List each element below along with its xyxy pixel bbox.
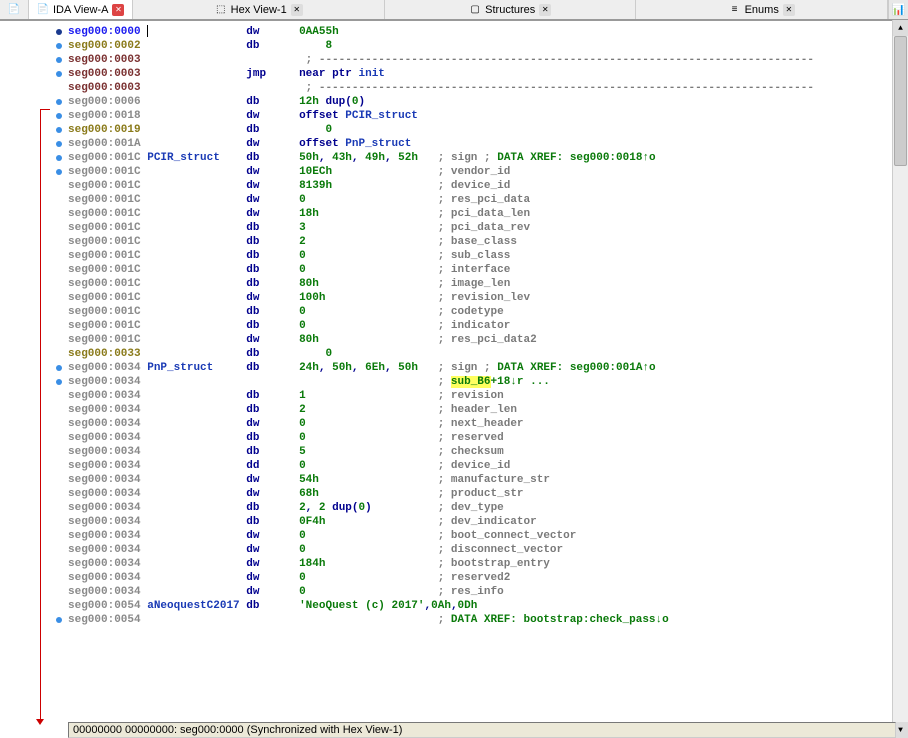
- breakpoint-dot[interactable]: [56, 29, 62, 35]
- breakpoint-dot[interactable]: [56, 365, 62, 371]
- code-line[interactable]: seg000:0054 aNeoquestC2017 db 'NeoQuest …: [68, 599, 908, 613]
- code-line[interactable]: seg000:001C dw 8139h ; device_id: [68, 179, 908, 193]
- tab-label: Structures: [485, 4, 535, 16]
- code-line[interactable]: seg000:0034 db 2 ; header_len: [68, 403, 908, 417]
- status-bar: 00000000 00000000: seg000:0000 (Synchron…: [68, 722, 896, 738]
- code-line[interactable]: seg000:0034 dw 0 ; res_info: [68, 585, 908, 599]
- breakpoint-dot[interactable]: [56, 379, 62, 385]
- tab-ida-view[interactable]: 📄 IDA View-A ✕: [29, 0, 133, 19]
- doc-icon: 📄: [8, 4, 20, 16]
- code-line[interactable]: seg000:001C db 0 ; indicator: [68, 319, 908, 333]
- code-line[interactable]: seg000:0034 db 2, 2 dup(0) ; dev_type: [68, 501, 908, 515]
- code-line[interactable]: seg000:001C db 0 ; sub_class: [68, 249, 908, 263]
- code-line[interactable]: seg000:0019 db 0: [68, 123, 908, 137]
- code-line[interactable]: seg000:0034 dw 54h ; manufacture_str: [68, 473, 908, 487]
- breakpoint-dot[interactable]: [56, 169, 62, 175]
- breakpoint-dot[interactable]: [56, 57, 62, 63]
- code-line[interactable]: seg000:0034 dw 184h ; bootstrap_entry: [68, 557, 908, 571]
- code-line[interactable]: seg000:001C db 0 ; interface: [68, 263, 908, 277]
- view-icon: 📄: [37, 4, 49, 16]
- code-line[interactable]: seg000:0034 dw 0 ; reserved2: [68, 571, 908, 585]
- code-line[interactable]: seg000:0034 db 1 ; revision: [68, 389, 908, 403]
- code-line[interactable]: seg000:001C dw 100h ; revision_lev: [68, 291, 908, 305]
- breakpoint-dot[interactable]: [56, 155, 62, 161]
- code-line[interactable]: seg000:001C dw 0 ; res_pci_data: [68, 193, 908, 207]
- code-line[interactable]: seg000:001C dw 18h ; pci_data_len: [68, 207, 908, 221]
- gutter: [0, 21, 68, 720]
- scroll-up-icon[interactable]: ▲: [893, 20, 908, 36]
- jump-arrow: [40, 109, 50, 720]
- code-line[interactable]: seg000:0018 dw offset PCIR_struct: [68, 109, 908, 123]
- close-icon[interactable]: ✕: [783, 4, 795, 16]
- tab-label: IDA View-A: [53, 4, 108, 16]
- breakpoint-dot[interactable]: [56, 127, 62, 133]
- breakpoint-dot[interactable]: [56, 113, 62, 119]
- code-line[interactable]: seg000:0034 db 0 ; reserved: [68, 431, 908, 445]
- code-line[interactable]: seg000:001C db 3 ; pci_data_rev: [68, 221, 908, 235]
- breakpoint-dot[interactable]: [56, 141, 62, 147]
- code-line[interactable]: seg000:0006 db 12h dup(0): [68, 95, 908, 109]
- code-line[interactable]: seg000:0034 dw 0 ; disconnect_vector: [68, 543, 908, 557]
- tab-overflow-icon[interactable]: 📊: [888, 0, 908, 19]
- tab-structures[interactable]: ▢ Structures ✕: [385, 0, 637, 19]
- code-line[interactable]: seg000:0034 db 5 ; checksum: [68, 445, 908, 459]
- code-line[interactable]: seg000:001C db 0 ; codetype: [68, 305, 908, 319]
- code-line[interactable]: seg000:0000 dw 0AA55h: [68, 25, 908, 39]
- breakpoint-dot[interactable]: [56, 617, 62, 623]
- code-line[interactable]: seg000:0034 dw 0 ; boot_connect_vector: [68, 529, 908, 543]
- tab-menu-icon[interactable]: 📄: [0, 0, 29, 19]
- code-line[interactable]: seg000:0034 dd 0 ; device_id: [68, 459, 908, 473]
- tab-hex-view[interactable]: ⬚ Hex View-1 ✕: [133, 0, 385, 19]
- hex-icon: ⬚: [215, 4, 227, 16]
- code-line[interactable]: seg000:0033 db 0: [68, 347, 908, 361]
- breakpoint-dot[interactable]: [56, 71, 62, 77]
- status-text: 00000000 00000000: seg000:0000 (Synchron…: [73, 724, 402, 736]
- code-line[interactable]: seg000:001C db 80h ; image_len: [68, 277, 908, 291]
- tab-bar: 📄 📄 IDA View-A ✕ ⬚ Hex View-1 ✕ ▢ Struct…: [0, 0, 908, 20]
- close-icon[interactable]: ✕: [112, 4, 124, 16]
- code-line[interactable]: seg000:001C dw 80h ; res_pci_data2: [68, 333, 908, 347]
- code-line[interactable]: seg000:0034 dw 0 ; next_header: [68, 417, 908, 431]
- code-line[interactable]: seg000:0054 ; DATA XREF: bootstrap:check…: [68, 613, 908, 627]
- code-line[interactable]: seg000:0034 dw 68h ; product_str: [68, 487, 908, 501]
- scroll-thumb[interactable]: [894, 36, 907, 166]
- tab-enums[interactable]: ≡ Enums ✕: [636, 0, 888, 19]
- code-line[interactable]: seg000:0034 db 0F4h ; dev_indicator: [68, 515, 908, 529]
- enum-icon: ≡: [729, 4, 741, 16]
- code-line[interactable]: seg000:0034 ; sub_B6+18↓r ...: [68, 375, 908, 389]
- code-line[interactable]: seg000:001A dw offset PnP_struct: [68, 137, 908, 151]
- code-line[interactable]: seg000:0003 ; --------------------------…: [68, 81, 908, 95]
- tab-label: Hex View-1: [231, 4, 287, 16]
- arrow-head-icon: [36, 719, 44, 725]
- close-icon[interactable]: ✕: [539, 4, 551, 16]
- breakpoint-dot[interactable]: [56, 43, 62, 49]
- code-line[interactable]: seg000:0002 db 8: [68, 39, 908, 53]
- tab-label: Enums: [745, 4, 779, 16]
- vertical-scrollbar[interactable]: ▲ ▼: [892, 20, 908, 738]
- code-line[interactable]: seg000:001C dw 10ECh ; vendor_id: [68, 165, 908, 179]
- code-line[interactable]: seg000:001C db 2 ; base_class: [68, 235, 908, 249]
- code-line[interactable]: seg000:0034 PnP_struct db 24h, 50h, 6Eh,…: [68, 361, 908, 375]
- close-icon[interactable]: ✕: [291, 4, 303, 16]
- code-listing[interactable]: seg000:0000 dw 0AA55hseg000:0002 db 8seg…: [68, 21, 908, 720]
- code-line[interactable]: seg000:0003 jmp near ptr init: [68, 67, 908, 81]
- breakpoint-dot[interactable]: [56, 99, 62, 105]
- struct-icon: ▢: [469, 4, 481, 16]
- code-line[interactable]: seg000:001C PCIR_struct db 50h, 43h, 49h…: [68, 151, 908, 165]
- disassembly-view: seg000:0000 dw 0AA55hseg000:0002 db 8seg…: [0, 20, 908, 720]
- code-line[interactable]: seg000:0003 ; --------------------------…: [68, 53, 908, 67]
